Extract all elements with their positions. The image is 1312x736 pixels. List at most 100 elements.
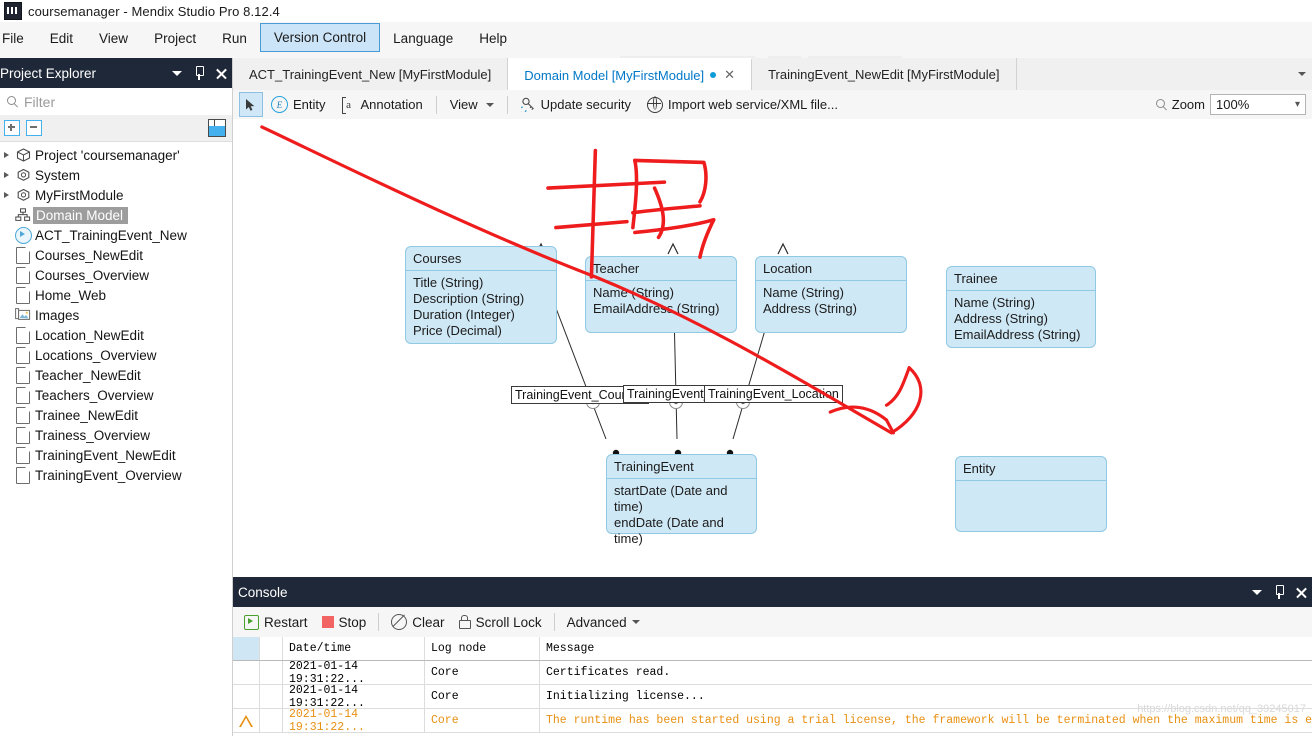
tabstrip-overflow-button[interactable] [1292, 58, 1312, 90]
entity-box-teacher[interactable]: Teacher Name (String) EmailAddress (Stri… [585, 256, 737, 333]
tab-domain-model[interactable]: Domain Model [MyFirstModule] ✕ [508, 58, 752, 90]
console-close-button[interactable] [1290, 577, 1312, 607]
console-menu-button[interactable] [1246, 577, 1268, 607]
tree-item-location-newedit[interactable]: Location_NewEdit [0, 325, 232, 345]
tree-item-act-trainingevent-new[interactable]: ACT_TrainingEvent_New [0, 225, 232, 245]
filter-input[interactable] [22, 93, 232, 111]
entity-box-location[interactable]: Location Name (String) Address (String) [755, 256, 907, 333]
table-row[interactable]: 2021-01-14 19:31:22... Core Initializing… [233, 685, 1312, 709]
tree-item-project[interactable]: Project 'coursemanager' [0, 145, 232, 165]
entity-name: Location [756, 257, 906, 281]
tree-item-locations-overview[interactable]: Locations_Overview [0, 345, 232, 365]
console-log-table[interactable]: Date/time Log node Message 2021-01-14 19… [233, 637, 1312, 736]
entity-box-trainingevent[interactable]: TrainingEvent startDate (Date and time) … [606, 454, 757, 534]
project-explorer-panel: Project Explorer Project 'coursemanager' [0, 58, 233, 736]
add-annotation-button[interactable]: a Annotation [334, 90, 431, 119]
close-icon[interactable]: ✕ [724, 67, 735, 83]
tree-item-system[interactable]: System [0, 165, 232, 185]
entity-box-trainee[interactable]: Trainee Name (String) Address (String) E… [946, 266, 1096, 348]
editor-tabstrip: ACT_TrainingEvent_New [MyFirstModule] Do… [233, 58, 1312, 91]
console-scroll-lock-button[interactable]: Scroll Lock [452, 607, 549, 637]
expand-arrow[interactable] [0, 152, 13, 158]
tree-item-images[interactable]: Images [0, 305, 232, 325]
tree-item-trainee-newedit[interactable]: Trainee_NewEdit [0, 405, 232, 425]
entity-attribute: Address (String) [763, 301, 899, 317]
association-label-trainingevent-teacher[interactable]: TrainingEvent_Te [623, 385, 716, 403]
expand-all-icon[interactable] [4, 120, 20, 136]
tree-item-courses-newedit[interactable]: Courses_NewEdit [0, 245, 232, 265]
tree-item-myfirstmodule[interactable]: MyFirstModule [0, 185, 232, 205]
menu-help[interactable]: Help [466, 22, 520, 54]
datetime-cell: 2021-01-14 19:31:22... [283, 661, 425, 684]
tab-trainingevent-newedit[interactable]: TrainingEvent_NewEdit [MyFirstModule] [752, 58, 1016, 90]
tab-act-trainingevent-new[interactable]: ACT_TrainingEvent_New [MyFirstModule] [233, 58, 508, 90]
table-row[interactable]: 2021-01-14 19:31:22... Core Certificates… [233, 661, 1312, 685]
stop-label: Stop [339, 615, 367, 630]
tree-item-teacher-newedit[interactable]: Teacher_NewEdit [0, 365, 232, 385]
zoom-select[interactable]: 100% ▾ [1210, 94, 1306, 115]
datetime-column-header[interactable]: Date/time [283, 637, 425, 660]
entity-box-entity[interactable]: Entity [955, 456, 1107, 532]
lognode-column-header[interactable]: Log node [425, 637, 540, 660]
message-cell: Initializing license... [540, 685, 1312, 708]
entity-name: Teacher [586, 257, 736, 281]
console-clear-button[interactable]: Clear [384, 607, 451, 637]
dock-panel-icon[interactable] [208, 119, 226, 137]
spacer-cell [260, 685, 283, 708]
tree-item-home-web[interactable]: Home_Web [0, 285, 232, 305]
tree-item-teachers-overview[interactable]: Teachers_Overview [0, 385, 232, 405]
view-menu-button[interactable]: View [442, 90, 502, 119]
update-security-button[interactable]: Update security [513, 90, 639, 119]
menu-version-control[interactable]: Version Control [260, 23, 380, 52]
import-web-service-button[interactable]: Import web service/XML file... [639, 90, 846, 119]
entity-box-courses[interactable]: Courses Title (String) Description (Stri… [405, 246, 557, 344]
console-pin-button[interactable] [1268, 577, 1290, 607]
mendix-studio-pro-window: coursemanager - Mendix Studio Pro 8.12.4… [0, 0, 1312, 736]
domain-model-canvas[interactable]: 1 1 1 [233, 119, 1312, 577]
tree-item-domain-model[interactable]: Domain Model [0, 205, 232, 225]
chevron-down-icon: ▾ [1295, 99, 1300, 110]
menu-language[interactable]: Language [380, 22, 466, 54]
pointer-tool-button[interactable] [239, 92, 263, 117]
tree-item-trainingevent-overview[interactable]: TrainingEvent_Overview [0, 465, 232, 485]
import-web-service-label: Import web service/XML file... [668, 97, 838, 112]
tree-item-trainingevent-newedit[interactable]: TrainingEvent_NewEdit [0, 445, 232, 465]
message-column-header[interactable]: Message [540, 637, 1312, 660]
image-collection-icon [13, 308, 33, 322]
menu-edit[interactable]: Edit [37, 22, 86, 54]
menu-view[interactable]: View [86, 22, 141, 54]
collapse-arrow[interactable] [0, 192, 13, 198]
tree-item-label: TrainingEvent_Overview [33, 468, 182, 483]
close-icon [215, 67, 228, 80]
datetime-cell: 2021-01-14 19:31:22... [283, 685, 425, 708]
spacer-cell [260, 709, 283, 732]
severity-column-header [233, 637, 260, 660]
console-advanced-button[interactable]: Advanced [560, 607, 647, 637]
tree-item-courses-overview[interactable]: Courses_Overview [0, 265, 232, 285]
console-stop-button[interactable]: Stop [315, 607, 374, 637]
pin-icon [193, 66, 205, 80]
console-restart-button[interactable]: Restart [237, 607, 315, 637]
add-entity-button[interactable]: E Entity [263, 90, 334, 119]
domain-model-toolbar: E Entity a Annotation View Update securi… [233, 90, 1312, 120]
project-tree[interactable]: Project 'coursemanager' System MyFirstMo… [0, 141, 232, 736]
panel-menu-button[interactable] [166, 58, 188, 88]
view-menu-label: View [450, 97, 478, 112]
panel-close-button[interactable] [210, 58, 232, 88]
globe-icon [647, 97, 663, 113]
menu-file[interactable]: File [0, 22, 37, 54]
menu-project[interactable]: Project [141, 22, 209, 54]
search-icon [2, 96, 22, 107]
lognode-cell: Core [425, 685, 540, 708]
tree-item-label: Teachers_Overview [33, 388, 154, 403]
tree-item-trainess-overview[interactable]: Trainess_Overview [0, 425, 232, 445]
entity-attribute: Duration (Integer) [413, 307, 549, 323]
page-icon [13, 467, 33, 484]
association-label-trainingevent-location[interactable]: TrainingEvent_Location [704, 385, 843, 403]
menu-run[interactable]: Run [209, 22, 260, 54]
lock-icon [459, 615, 471, 629]
table-row[interactable]: 2021-01-14 19:31:22... Core The runtime … [233, 709, 1312, 733]
panel-pin-button[interactable] [188, 58, 210, 88]
expand-arrow[interactable] [0, 172, 13, 178]
collapse-all-icon[interactable] [26, 120, 42, 136]
